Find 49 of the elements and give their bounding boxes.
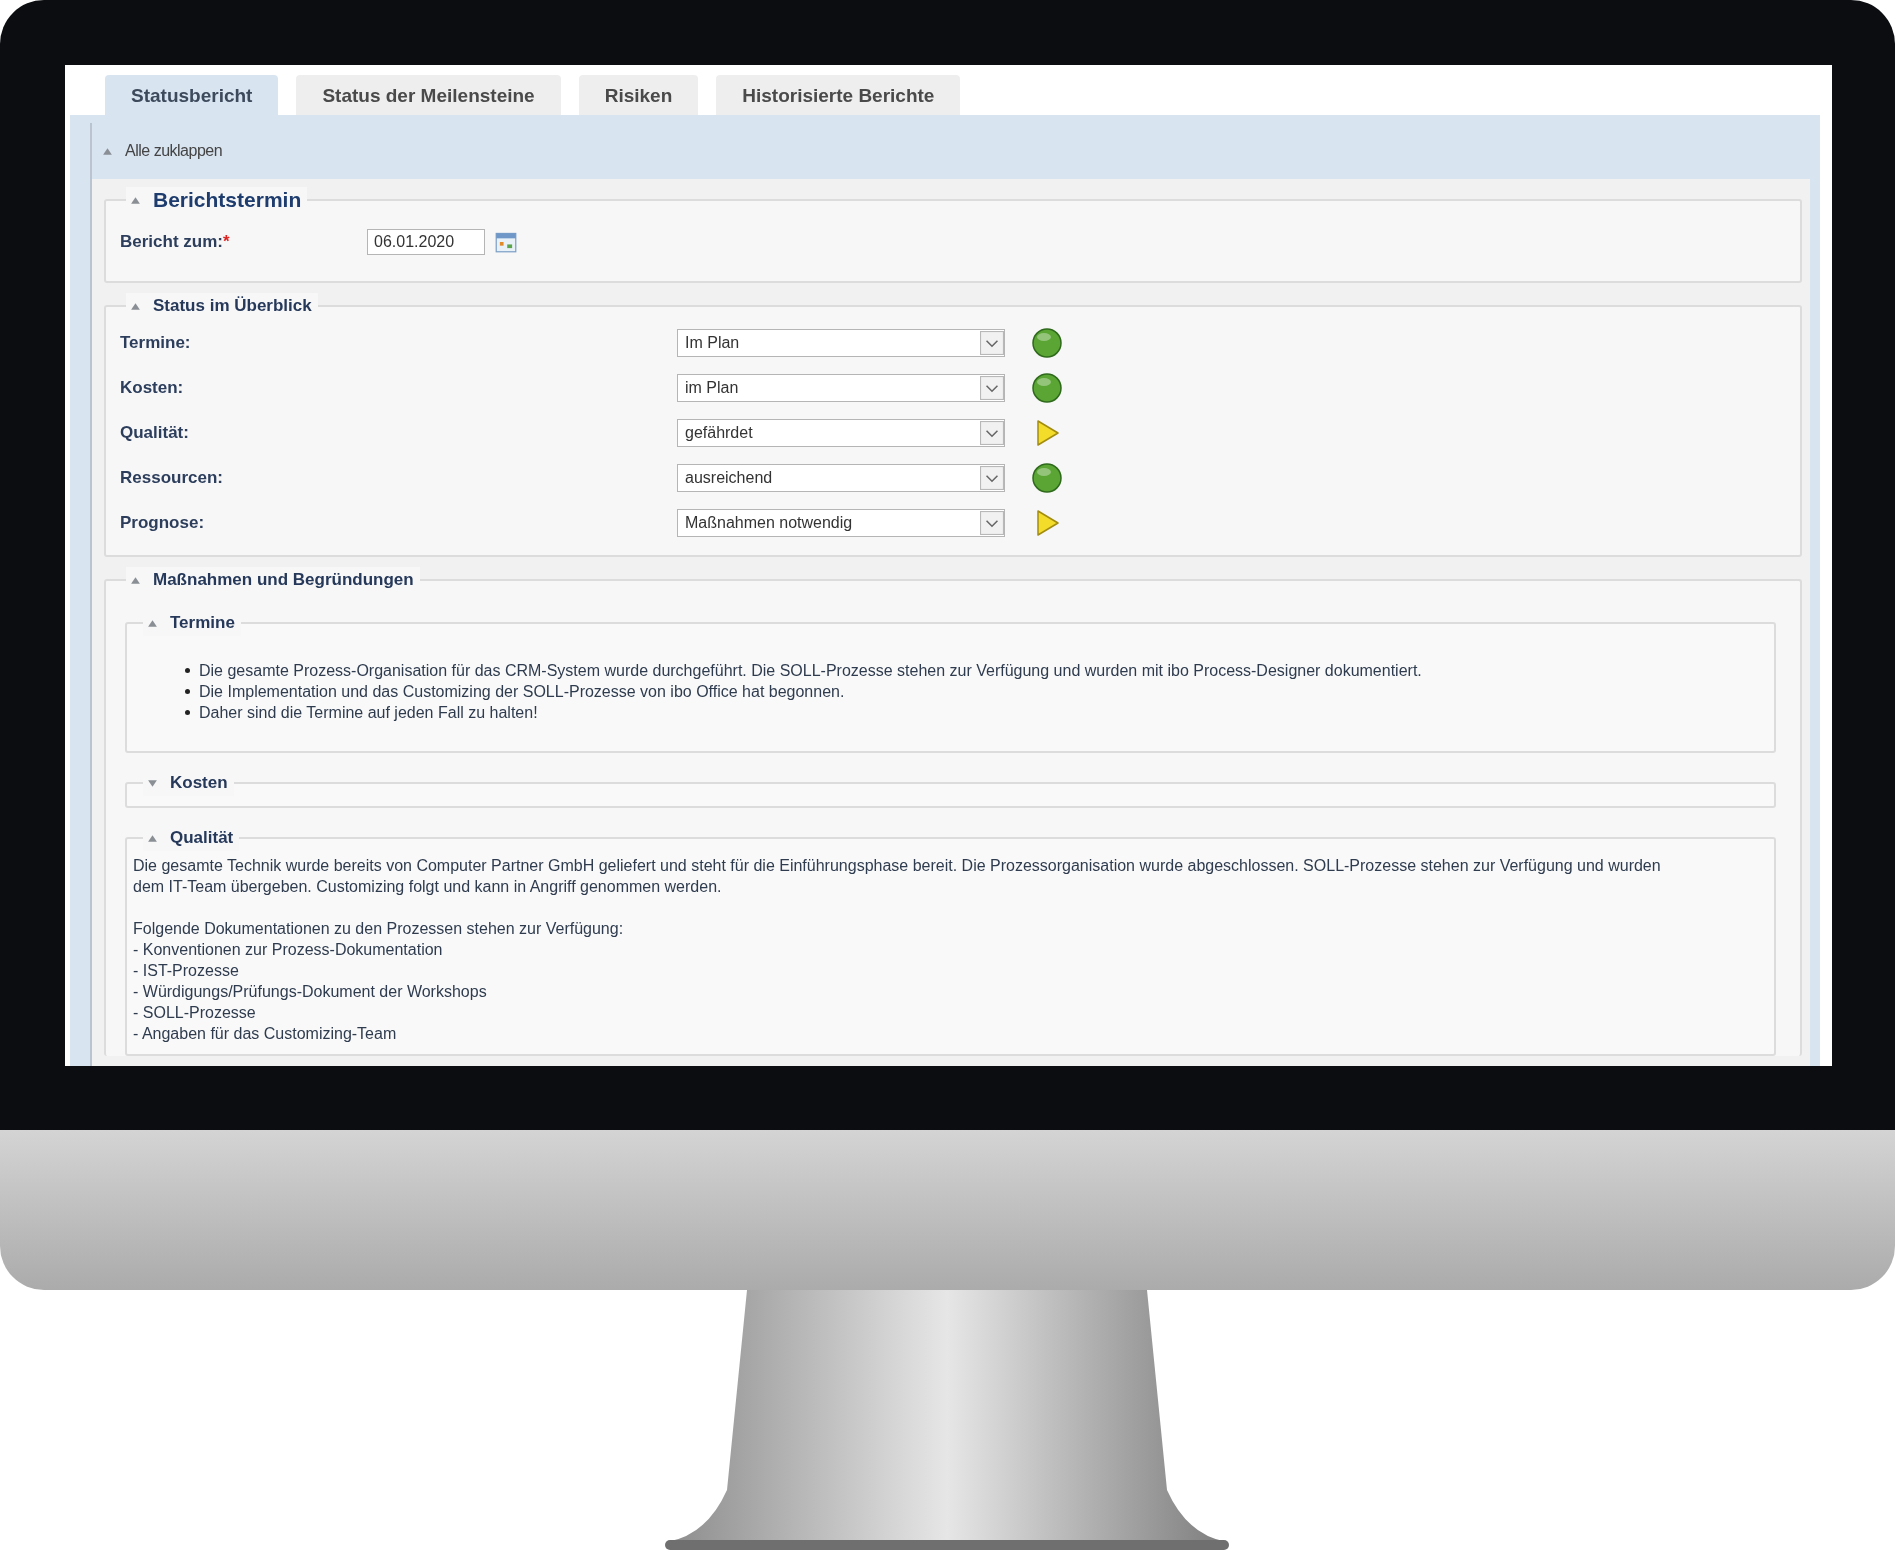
collapse-icon[interactable]: [130, 195, 141, 205]
section-title: Kosten: [170, 773, 228, 793]
bullet-icon: [185, 710, 190, 715]
text-line: - Angaben für das Customizing-Team: [133, 1024, 398, 1044]
collapse-icon[interactable]: [130, 301, 141, 311]
expand-icon[interactable]: [147, 778, 158, 788]
caret-icon[interactable]: [980, 511, 1004, 535]
tab[interactable]: Status der Meilensteine: [296, 75, 561, 115]
text-line: Folgende Dokumentationen zu den Prozessen stehen zur Verfügung:: [133, 919, 625, 939]
paragraph: Die gesamte Technik wurde bereits von Computer Partner GmbH geliefert und steht für die Einführungsphase bereit. Die Prozessorganisation wurde abgeschlossen. SOLL-Prozesse stehen zur Verfügung und wurden dem IT-Team übergeben. Customizing folgt und kann in Angriff genommen werden.: [133, 856, 1662, 897]
section-title: Termine: [170, 613, 235, 633]
field-label: Bericht zum:*: [120, 232, 231, 252]
calendar-icon[interactable]: [495, 231, 517, 253]
text-line: - Würdigungs/Prüfungs-Dokument der Workshops: [133, 982, 488, 1002]
section-title: Status im Überblick: [153, 296, 312, 316]
bullet-icon: [185, 668, 190, 673]
field-label: Ressourcen:: [120, 468, 224, 488]
collapse-icon[interactable]: [147, 618, 158, 628]
caret-icon[interactable]: [980, 376, 1004, 400]
bullet-icon: [185, 689, 190, 694]
field-label: Termine:: [120, 333, 192, 353]
status-dropdown[interactable]: im Plan: [677, 374, 1005, 402]
tab[interactable]: Risiken: [578, 75, 699, 115]
text-line: - SOLL-Prozesse: [133, 1003, 257, 1023]
tab[interactable]: Statusbericht: [105, 75, 279, 115]
text-line: - Konventionen zur Prozess-Dokumentation: [133, 940, 444, 960]
field-label: Prognose:: [120, 513, 206, 533]
text-line: - IST-Prozesse: [133, 961, 240, 981]
status-dropdown[interactable]: Maßnahmen notwendig: [677, 509, 1005, 537]
collapse-icon[interactable]: [102, 146, 113, 156]
section-title: Maßnahmen und Begründungen: [153, 570, 414, 590]
list-item: Daher sind die Termine auf jeden Fall zu halten!: [199, 703, 538, 723]
section-title: Qualität: [170, 828, 234, 848]
field-label: Kosten:: [120, 378, 185, 398]
tab[interactable]: Historisierte Berichte: [716, 75, 961, 115]
collapse-icon[interactable]: [130, 575, 141, 585]
field-label: Qualität:: [120, 423, 190, 443]
caret-icon[interactable]: [980, 331, 1004, 355]
collapse-icon[interactable]: [147, 833, 158, 843]
collapse-all-link[interactable]: Alle zuklappen: [125, 142, 223, 160]
caret-icon[interactable]: [980, 466, 1004, 490]
status-dropdown[interactable]: ausreichend: [677, 464, 1005, 492]
section-title: Berichtstermin: [153, 188, 302, 212]
list-item: Die gesamte Prozess-Organisation für das CRM-System wurde durchgeführt. Die SOLL-Prozesse stehen zur Verfügung und wurden mit ibo Process-Designer dokumentiert.: [199, 661, 1422, 681]
caret-icon[interactable]: [980, 421, 1004, 445]
list-item: Die Implementation und das Customizing der SOLL-Prozesse von ibo Office hat begonnen.: [199, 682, 845, 702]
status-dropdown[interactable]: Im Plan: [677, 329, 1005, 357]
status-dropdown[interactable]: gefährdet: [677, 419, 1005, 447]
date-field[interactable]: 06.01.2020: [367, 229, 485, 255]
